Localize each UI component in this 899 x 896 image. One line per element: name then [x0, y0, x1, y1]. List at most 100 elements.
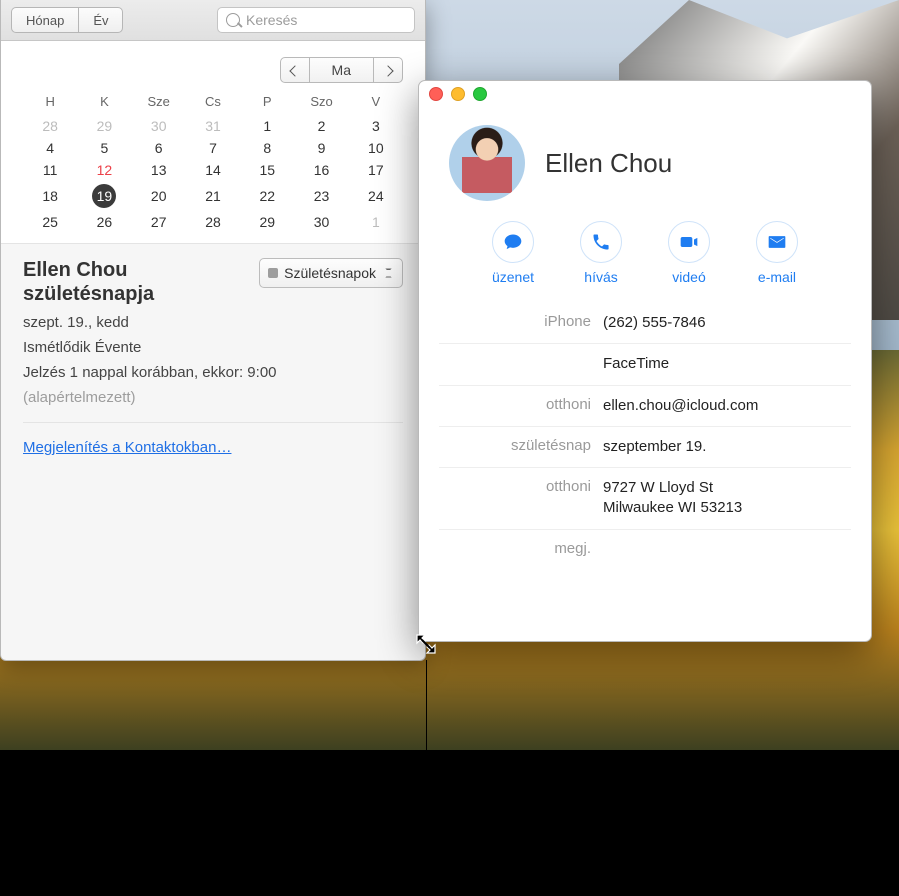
calendar-day[interactable]: 31 — [186, 115, 240, 137]
contact-row: FaceTime — [439, 343, 851, 384]
view-month-button[interactable]: Hónap — [11, 7, 78, 33]
field-label: iPhone — [439, 313, 603, 330]
action-email-label: e-mail — [758, 269, 796, 285]
calendar-day[interactable]: 6 — [132, 137, 186, 159]
calendar-day[interactable]: 29 — [77, 115, 131, 137]
calendar-day[interactable]: 22 — [240, 181, 294, 211]
field-label: otthoni — [439, 478, 603, 495]
field-value[interactable]: (262) 555-7846 — [603, 313, 851, 333]
calendar-day[interactable]: 26 — [77, 211, 131, 233]
calendar-day[interactable]: 30 — [132, 115, 186, 137]
calendar-day[interactable]: 16 — [294, 159, 348, 181]
next-month-button[interactable] — [373, 57, 403, 83]
calendar-day[interactable]: 24 — [349, 181, 403, 211]
event-alert: Jelzés 1 nappal korábban, ekkor: 9:00 — [23, 364, 403, 381]
video-icon — [668, 221, 710, 263]
field-value[interactable]: szeptember 19. — [603, 437, 851, 457]
window-close-button[interactable] — [429, 87, 443, 101]
calendar-day[interactable]: 9 — [294, 137, 348, 159]
contact-fields: iPhone(262) 555-7846FaceTimeotthoniellen… — [419, 303, 871, 587]
calendar-day[interactable]: 5 — [77, 137, 131, 159]
calendar-day[interactable]: 1 — [240, 115, 294, 137]
calendar-day[interactable]: 11 — [23, 159, 77, 181]
day-header: K — [77, 93, 131, 115]
calendar-select[interactable]: Születésnapok — [259, 258, 403, 288]
month-grid: HKSzeCsPSzoV 282930311234567891011121314… — [23, 93, 403, 233]
event-title: Ellen Chou születésnapja — [23, 258, 247, 306]
field-value[interactable]: 9727 W Lloyd St Milwaukee WI 53213 — [603, 478, 851, 519]
day-header: Sze — [132, 93, 186, 115]
prev-month-button[interactable] — [280, 57, 310, 83]
calendar-day[interactable]: 28 — [186, 211, 240, 233]
event-date: szept. 19., kedd — [23, 314, 403, 331]
letterbox — [0, 752, 899, 896]
action-call-label: hívás — [584, 269, 617, 285]
calendar-day[interactable]: 12 — [77, 159, 131, 181]
chevron-left-icon — [289, 65, 300, 76]
window-zoom-button[interactable] — [473, 87, 487, 101]
calendar-day[interactable]: 1 — [349, 211, 403, 233]
calendar-day[interactable]: 19 — [77, 181, 131, 211]
view-switcher: Hónap Év — [11, 7, 123, 33]
search-icon — [226, 13, 240, 27]
show-in-contacts-link[interactable]: Megjelenítés a Kontaktokban… — [23, 439, 231, 456]
calendar-toolbar: Hónap Év Keresés — [1, 0, 425, 41]
calendar-day[interactable]: 17 — [349, 159, 403, 181]
action-message[interactable]: üzenet — [492, 221, 534, 285]
calendar-day[interactable]: 29 — [240, 211, 294, 233]
mini-calendar: Ma HKSzeCsPSzoV 282930311234567891011121… — [1, 41, 425, 243]
contact-row: otthoni9727 W Lloyd St Milwaukee WI 5321… — [439, 467, 851, 529]
field-value[interactable]: ellen.chou@icloud.com — [603, 396, 851, 416]
window-minimize-button[interactable] — [451, 87, 465, 101]
avatar[interactable] — [449, 125, 525, 201]
phone-icon — [580, 221, 622, 263]
message-icon — [492, 221, 534, 263]
action-call[interactable]: hívás — [580, 221, 622, 285]
action-email[interactable]: e-mail — [756, 221, 798, 285]
contact-row: iPhone(262) 555-7846 — [439, 303, 851, 343]
action-message-label: üzenet — [492, 269, 534, 285]
calendar-day[interactable]: 20 — [132, 181, 186, 211]
field-label: otthoni — [439, 396, 603, 413]
contacts-window: Ellen Chou üzenet hívás videó e-mail — [418, 80, 872, 642]
calendar-day[interactable]: 18 — [23, 181, 77, 211]
field-label: megj. — [439, 540, 603, 557]
today-button[interactable]: Ma — [310, 57, 373, 83]
contact-header: Ellen Chou — [419, 107, 871, 215]
calendar-day[interactable]: 15 — [240, 159, 294, 181]
day-header: P — [240, 93, 294, 115]
action-video[interactable]: videó — [668, 221, 710, 285]
search-input[interactable]: Keresés — [217, 7, 415, 33]
calendar-day[interactable]: 21 — [186, 181, 240, 211]
field-label: születésnap — [439, 437, 603, 454]
contact-row: születésnapszeptember 19. — [439, 426, 851, 467]
day-header: Szo — [294, 93, 348, 115]
calendar-window: Hónap Év Keresés Ma HKSzeCsPSzoV 2829303… — [0, 0, 426, 661]
day-header: H — [23, 93, 77, 115]
calendar-day[interactable]: 7 — [186, 137, 240, 159]
contact-row: megj. — [439, 529, 851, 567]
window-titlebar — [419, 81, 871, 107]
calendar-day[interactable]: 14 — [186, 159, 240, 181]
email-icon — [756, 221, 798, 263]
calendar-day[interactable]: 25 — [23, 211, 77, 233]
view-year-button[interactable]: Év — [78, 7, 123, 33]
calendar-day[interactable]: 4 — [23, 137, 77, 159]
event-repeat: Ismétlődik Évente — [23, 339, 403, 356]
calendar-day[interactable]: 8 — [240, 137, 294, 159]
calendar-day[interactable]: 30 — [294, 211, 348, 233]
contact-row: otthoniellen.chou@icloud.com — [439, 385, 851, 426]
calendar-day[interactable]: 28 — [23, 115, 77, 137]
calendar-day[interactable]: 23 — [294, 181, 348, 211]
chevron-right-icon — [382, 65, 393, 76]
calendar-day[interactable]: 2 — [294, 115, 348, 137]
calendar-day[interactable]: 27 — [132, 211, 186, 233]
calendar-day[interactable]: 3 — [349, 115, 403, 137]
search-placeholder: Keresés — [246, 12, 297, 28]
calendar-day[interactable]: 10 — [349, 137, 403, 159]
day-header: V — [349, 93, 403, 115]
action-video-label: videó — [672, 269, 705, 285]
field-value[interactable]: FaceTime — [603, 354, 851, 374]
calendar-select-label: Születésnapok — [284, 265, 376, 281]
calendar-day[interactable]: 13 — [132, 159, 186, 181]
